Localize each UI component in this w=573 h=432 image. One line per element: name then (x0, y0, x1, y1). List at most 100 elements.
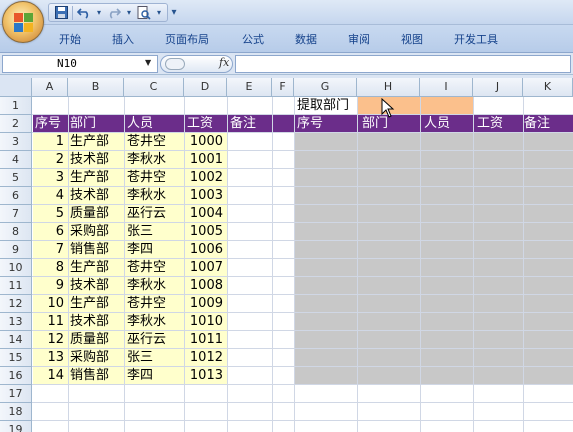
dept-cell[interactable]: 技术部 (70, 187, 109, 205)
column-header-e[interactable]: E (227, 78, 272, 97)
gridline-horizontal (32, 294, 573, 295)
seq-cell[interactable]: 6 (24, 223, 64, 241)
dept-cell[interactable]: 生产部 (70, 295, 109, 313)
salary-cell[interactable]: 1011 (183, 331, 223, 349)
salary-cell[interactable]: 1005 (183, 223, 223, 241)
salary-cell[interactable]: 1009 (183, 295, 223, 313)
column-header-a[interactable]: A (32, 78, 68, 97)
salary-cell[interactable]: 1008 (183, 277, 223, 295)
column-header-c[interactable]: C (124, 78, 184, 97)
row-header[interactable]: 19 (0, 421, 32, 432)
row-header[interactable]: 17 (0, 385, 32, 403)
dept-cell[interactable]: 采购部 (70, 349, 109, 367)
formula-expand-icon[interactable] (165, 58, 185, 70)
person-cell[interactable]: 苍井空 (127, 295, 166, 313)
seq-cell[interactable]: 11 (24, 313, 64, 331)
dept-cell[interactable]: 质量部 (70, 205, 109, 223)
column-header-g[interactable]: G (294, 78, 357, 97)
tab-data[interactable]: 数据 (295, 31, 317, 47)
column-header-f[interactable]: F (272, 78, 294, 97)
row-header[interactable]: 2 (0, 115, 32, 133)
person-cell[interactable]: 巫行云 (127, 331, 166, 349)
dept-cell[interactable]: 技术部 (70, 313, 109, 331)
column-header-h[interactable]: H (357, 78, 420, 97)
salary-cell[interactable]: 1010 (183, 313, 223, 331)
dept-cell[interactable]: 销售部 (70, 241, 109, 259)
seq-cell[interactable]: 8 (24, 259, 64, 277)
seq-cell[interactable]: 12 (24, 331, 64, 349)
tab-page-layout[interactable]: 页面布局 (165, 31, 209, 47)
person-cell[interactable]: 李四 (127, 367, 153, 385)
seq-cell[interactable]: 4 (24, 187, 64, 205)
salary-cell[interactable]: 1013 (183, 367, 223, 385)
person-cell[interactable]: 李秋水 (127, 313, 166, 331)
tab-home[interactable]: 开始 (59, 31, 81, 47)
insert-function-button[interactable]: fx (219, 56, 229, 69)
customize-toolbar-icon[interactable]: ▾ (167, 4, 181, 20)
salary-cell[interactable]: 1002 (183, 169, 223, 187)
dept-cell[interactable]: 生产部 (70, 259, 109, 277)
seq-cell[interactable]: 7 (24, 241, 64, 259)
column-header-b[interactable]: B (68, 78, 124, 97)
salary-cell[interactable]: 1001 (183, 151, 223, 169)
column-header-j[interactable]: J (473, 78, 523, 97)
person-cell[interactable]: 张三 (127, 349, 153, 367)
column-header-d[interactable]: D (184, 78, 227, 97)
salary-cell[interactable]: 1000 (183, 133, 223, 151)
tab-view[interactable]: 视图 (401, 31, 423, 47)
column-header-k[interactable]: K (523, 78, 573, 97)
person-cell[interactable]: 苍井空 (127, 169, 166, 187)
dept-cell[interactable]: 质量部 (70, 331, 109, 349)
dept-cell[interactable]: 技术部 (70, 151, 109, 169)
seq-cell[interactable]: 14 (24, 367, 64, 385)
person-cell[interactable]: 苍井空 (127, 259, 166, 277)
worksheet-grid[interactable]: A B C D E F G H I J K 1 2 3 4 5 6 7 8 9 10 11 12 13 1… (0, 78, 573, 432)
seq-cell[interactable]: 9 (24, 277, 64, 295)
dept-cell[interactable]: 生产部 (70, 169, 109, 187)
seq-cell[interactable]: 3 (24, 169, 64, 187)
salary-cell[interactable]: 1003 (183, 187, 223, 205)
person-cell[interactable]: 李秋水 (127, 277, 166, 295)
print-preview-dropdown-icon[interactable]: ▾ (155, 5, 163, 21)
column-header-i[interactable]: I (420, 78, 473, 97)
tab-insert[interactable]: 插入 (112, 31, 134, 47)
dept-cell[interactable]: 生产部 (70, 133, 109, 151)
formula-input[interactable] (235, 55, 571, 73)
extract-input-cell[interactable] (358, 97, 473, 115)
header-salary: 工资 (187, 116, 214, 131)
print-preview-icon[interactable] (136, 5, 152, 21)
seq-cell[interactable]: 13 (24, 349, 64, 367)
salary-cell[interactable]: 1004 (183, 205, 223, 223)
name-box[interactable]: N10 (2, 55, 158, 73)
office-button[interactable] (2, 1, 44, 43)
person-cell[interactable]: 李四 (127, 241, 153, 259)
person-cell[interactable]: 苍井空 (127, 133, 166, 151)
row-header[interactable]: 1 (0, 97, 32, 115)
dept-cell[interactable]: 技术部 (70, 277, 109, 295)
seq-cell[interactable]: 5 (24, 205, 64, 223)
name-box-dropdown-icon[interactable]: ▼ (145, 58, 151, 67)
seq-cell[interactable]: 10 (24, 295, 64, 313)
salary-cell[interactable]: 1012 (183, 349, 223, 367)
seq-cell[interactable]: 2 (24, 151, 64, 169)
salary-cell[interactable]: 1007 (183, 259, 223, 277)
tab-developer[interactable]: 开发工具 (454, 31, 498, 47)
save-icon[interactable] (53, 5, 69, 21)
tab-review[interactable]: 审阅 (348, 31, 370, 47)
person-cell[interactable]: 李秋水 (127, 151, 166, 169)
dept-cell[interactable]: 销售部 (70, 367, 109, 385)
tab-formulas[interactable]: 公式 (242, 31, 264, 47)
redo-icon[interactable] (106, 5, 122, 21)
person-cell[interactable]: 李秋水 (127, 187, 166, 205)
gridline-vertical (523, 97, 524, 432)
select-all-corner[interactable] (0, 78, 32, 97)
redo-dropdown-icon[interactable]: ▾ (125, 5, 133, 21)
person-cell[interactable]: 巫行云 (127, 205, 166, 223)
salary-cell[interactable]: 1006 (183, 241, 223, 259)
row-header[interactable]: 18 (0, 403, 32, 421)
undo-dropdown-icon[interactable]: ▾ (95, 5, 103, 21)
person-cell[interactable]: 张三 (127, 223, 153, 241)
dept-cell[interactable]: 采购部 (70, 223, 109, 241)
seq-cell[interactable]: 1 (24, 133, 64, 151)
undo-icon[interactable] (76, 5, 92, 21)
